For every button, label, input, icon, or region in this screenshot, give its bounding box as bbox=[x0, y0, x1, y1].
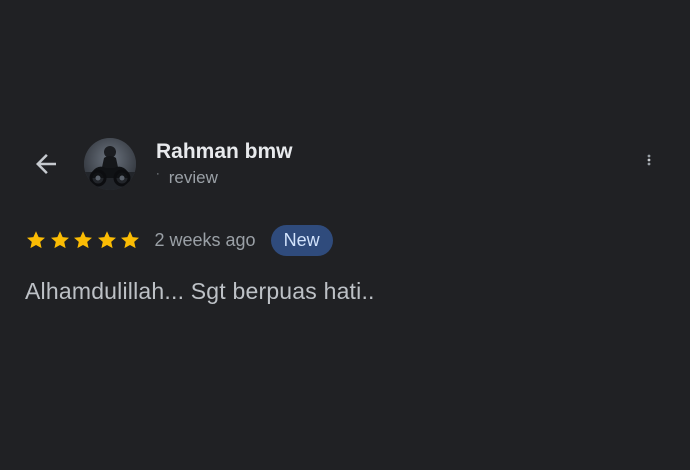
reviewer-name[interactable]: Rahman bmw bbox=[156, 140, 293, 164]
avatar[interactable] bbox=[84, 138, 136, 190]
profile-photo bbox=[84, 138, 136, 190]
star-icon bbox=[121, 231, 139, 249]
reviewer-review-count: · review bbox=[156, 168, 218, 188]
star-icon bbox=[27, 231, 45, 249]
star-icon bbox=[50, 231, 69, 249]
rating-row: 2 weeks ago New bbox=[25, 224, 333, 256]
more-options-button[interactable] bbox=[632, 146, 666, 174]
back-button[interactable] bbox=[28, 146, 64, 182]
star-rating bbox=[25, 229, 143, 251]
review-text: Alhamdulillah... Sgt berpuas hati.. bbox=[25, 278, 375, 304]
new-badge: New bbox=[270, 224, 333, 256]
arrow-back-icon bbox=[36, 154, 56, 174]
review-count-mark: · bbox=[156, 168, 160, 180]
review-count-label: review bbox=[168, 168, 218, 187]
review-date: 2 weeks ago bbox=[154, 229, 256, 250]
more-vert-icon bbox=[647, 154, 651, 166]
review-screen: Rahman bmw · review 2 weeks ago New Alha… bbox=[0, 0, 690, 470]
star-icon bbox=[97, 231, 116, 249]
star-icon bbox=[74, 231, 92, 249]
